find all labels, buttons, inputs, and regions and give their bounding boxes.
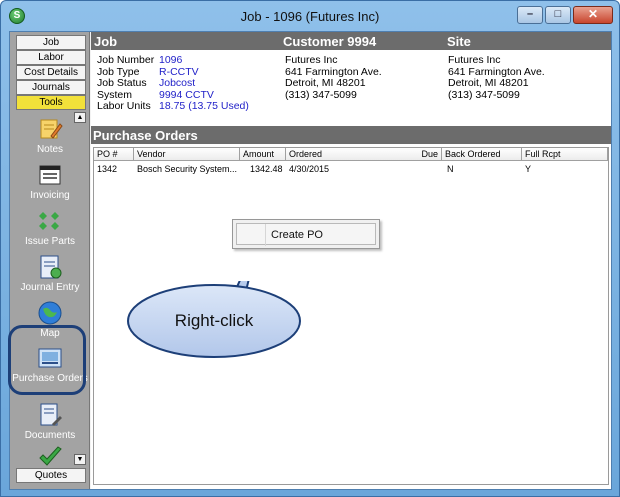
- tab-quotes[interactable]: Quotes: [16, 468, 86, 483]
- tool-invoicing[interactable]: Invoicing: [12, 162, 88, 201]
- site-phone: (313) 347-5099: [448, 88, 520, 101]
- minimize-button[interactable]: –: [517, 6, 543, 24]
- cell-amount: 1342.48: [250, 164, 283, 174]
- customer-address2: Detroit, MI 48201: [285, 77, 366, 89]
- header-band: Job Customer 9994 Site: [91, 32, 611, 50]
- job-heading: Job: [94, 34, 118, 49]
- tool-journal-entry-label: Journal Entry: [20, 282, 80, 293]
- minimize-icon: –: [526, 8, 534, 20]
- journal-entry-icon: [37, 254, 63, 280]
- cell-ordered: 4/30/2015: [289, 164, 330, 174]
- tab-labor[interactable]: Labor: [16, 50, 86, 65]
- invoicing-icon: [37, 162, 63, 188]
- tab-cost-details[interactable]: Cost Details: [16, 65, 86, 80]
- job-status-label: Job Status: [97, 77, 147, 89]
- context-menu: Create PO: [232, 219, 380, 249]
- col-back-ordered[interactable]: Back Ordered: [442, 148, 522, 161]
- site-heading: Site: [447, 34, 471, 49]
- right-click-callout: Right-click: [126, 281, 302, 359]
- sidebar-scroll-down-icon[interactable]: ▼: [74, 454, 86, 465]
- sidebar: Job Labor Cost Details Journals Tools ▲ …: [10, 32, 90, 489]
- site-address2: Detroit, MI 48201: [448, 77, 529, 89]
- title-bar[interactable]: S Job - 1096 (Futures Inc) – □ ✕: [1, 1, 619, 31]
- create-po-label: Create PO: [271, 229, 323, 241]
- tool-documents[interactable]: Documents: [12, 402, 88, 441]
- purchase-orders-band: Purchase Orders: [91, 126, 611, 144]
- site-name: Futures Inc: [448, 54, 501, 66]
- checkmark-icon: [37, 444, 63, 470]
- notes-icon: [37, 116, 63, 142]
- cell-full-rcpt: Y: [525, 164, 532, 174]
- window-controls: – □ ✕: [517, 6, 613, 24]
- callout-text: Right-click: [174, 311, 254, 330]
- tab-tools[interactable]: Tools: [16, 95, 86, 110]
- tool-notes[interactable]: Notes: [12, 116, 88, 155]
- tool-invoicing-label: Invoicing: [30, 190, 70, 201]
- create-po-menu-item[interactable]: Create PO: [236, 223, 376, 246]
- maximize-button[interactable]: □: [545, 6, 571, 24]
- menu-gutter: [265, 224, 266, 246]
- tool-notes-label: Notes: [36, 144, 64, 155]
- close-icon: ✕: [587, 7, 599, 21]
- col-vendor[interactable]: Vendor: [134, 148, 240, 161]
- labor-units-label: Labor Units: [97, 100, 151, 112]
- cell-back-ordered: N: [447, 164, 454, 174]
- issue-parts-icon: [37, 208, 63, 234]
- tool-issue-parts[interactable]: Issue Parts: [12, 208, 88, 247]
- col-full-rcpt[interactable]: Full Rcpt: [522, 148, 608, 161]
- customer-phone: (313) 347-5099: [285, 88, 357, 101]
- col-po-number[interactable]: PO #: [94, 148, 134, 161]
- client-area: Job Labor Cost Details Journals Tools ▲ …: [9, 31, 612, 490]
- tool-issue-parts-label: Issue Parts: [24, 236, 76, 247]
- tab-journals[interactable]: Journals: [16, 80, 86, 95]
- job-info: Job Number 1096 Job Type R-CCTV Job Status…: [97, 54, 249, 113]
- close-button[interactable]: ✕: [573, 6, 613, 24]
- site-info: Futures Inc 641 Farmington Ave. Detroit,…: [448, 54, 545, 101]
- tool-documents-label: Documents: [24, 430, 76, 441]
- map-icon: [37, 300, 63, 326]
- job-number-label: Job Number: [97, 54, 155, 66]
- main-panel: Job Customer 9994 Site Job Number 1096 Jo…: [91, 32, 611, 489]
- labor-units-value: 18.75 (13.75 Used): [159, 100, 249, 112]
- customer-name: Futures Inc: [285, 54, 338, 66]
- purchase-orders-highlight: [8, 325, 86, 395]
- job-number-value: 1096: [159, 54, 183, 66]
- job-status-value: Jobcost: [159, 77, 196, 89]
- customer-info: Futures Inc 641 Farmington Ave. Detroit,…: [285, 54, 382, 101]
- purchase-orders-heading: Purchase Orders: [93, 128, 198, 143]
- col-amount[interactable]: Amount: [240, 148, 286, 161]
- col-due[interactable]: Due: [394, 148, 442, 161]
- maximize-icon: □: [554, 8, 562, 20]
- tab-job[interactable]: Job: [16, 35, 86, 50]
- cell-vendor: Bosch Security System...: [137, 164, 238, 174]
- tool-journal-entry[interactable]: Journal Entry: [12, 254, 88, 293]
- documents-icon: [37, 402, 63, 428]
- cell-po-number: 1342: [97, 164, 118, 174]
- customer-heading: Customer 9994: [283, 34, 377, 49]
